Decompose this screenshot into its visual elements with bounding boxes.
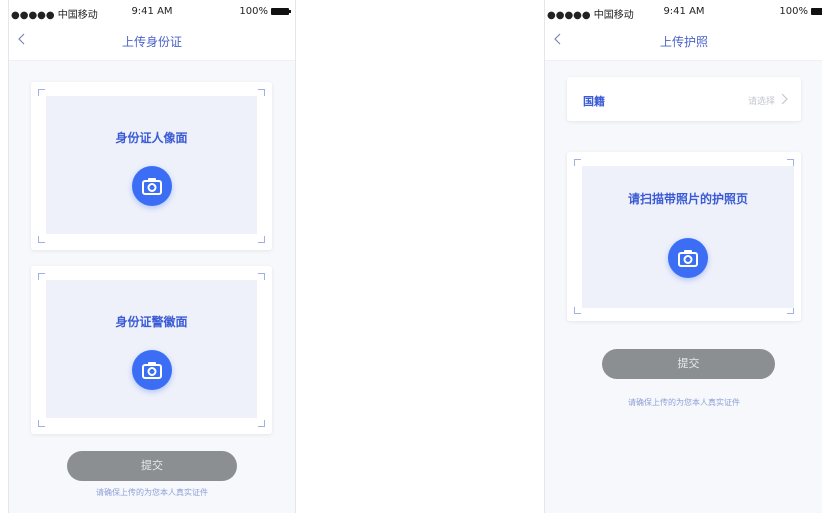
hint-text: 请确保上传的为您本人真实证件 — [96, 488, 208, 497]
id-front-label: 身份证人像面 — [115, 131, 188, 145]
frame-corner — [38, 420, 45, 427]
submit-button[interactable]: 提交 — [602, 349, 775, 379]
passport-upload-card[interactable]: 请扫描带照片的护照页 — [567, 152, 801, 321]
battery-percent: 100% — [779, 6, 808, 17]
frame-corner — [258, 89, 265, 96]
frame-corner — [38, 89, 45, 96]
battery-icon — [811, 8, 822, 15]
camera-button[interactable] — [132, 350, 172, 390]
scan-area: 请扫描带照片的护照页 — [582, 166, 794, 308]
status-bar: ●●●●● 中国移动 9:41 AM 100% — [9, 0, 295, 22]
frame-corner — [258, 273, 265, 280]
hint-text: 请确保上传的为您本人真实证件 — [628, 398, 740, 407]
frame-corner — [574, 159, 581, 166]
nationality-label: 国籍 — [583, 95, 605, 108]
battery-status: 100% — [779, 6, 822, 17]
id-card-upload-screen: ●●●●● 中国移动 9:41 AM 100% 上传身份证 身份证人像面 身份证… — [8, 0, 296, 513]
frame-corner — [787, 307, 794, 314]
camera-icon — [142, 362, 162, 379]
content-area: 身份证人像面 身份证警徽面 提交 请确保上传的为您本人真实证件 — [9, 61, 295, 513]
nationality-select[interactable]: 国籍 请选择 — [567, 77, 801, 121]
frame-corner — [38, 273, 45, 280]
nav-bar: 上传身份证 — [9, 22, 295, 61]
scan-area: 身份证警徽面 — [46, 280, 257, 418]
status-bar: ●●●●● 中国移动 9:41 AM 100% — [545, 0, 822, 22]
frame-corner — [787, 159, 794, 166]
frame-corner — [258, 420, 265, 427]
camera-icon — [142, 178, 162, 195]
camera-button[interactable] — [132, 166, 172, 206]
camera-icon — [678, 250, 698, 267]
page-title: 上传身份证 — [121, 35, 182, 49]
frame-corner — [574, 307, 581, 314]
battery-icon — [271, 8, 291, 15]
nav-bar: 上传护照 — [545, 22, 822, 61]
content-area: 国籍 请选择 请扫描带照片的护照页 提交 请确保上传的为您本人真实证件 — [545, 61, 822, 513]
battery-percent: 100% — [239, 6, 268, 17]
id-front-upload-card[interactable]: 身份证人像面 — [31, 82, 272, 250]
frame-corner — [38, 236, 45, 243]
scan-area: 身份证人像面 — [46, 96, 257, 234]
camera-button[interactable] — [668, 238, 708, 278]
passport-upload-screen: ●●●●● 中国移动 9:41 AM 100% 上传护照 国籍 请选择 请扫描带… — [544, 0, 822, 513]
id-back-label: 身份证警徽面 — [115, 315, 188, 329]
passport-scan-label: 请扫描带照片的护照页 — [627, 192, 748, 206]
page-title: 上传护照 — [659, 35, 708, 49]
nationality-placeholder: 请选择 — [747, 97, 775, 107]
submit-button[interactable]: 提交 — [67, 451, 237, 481]
battery-status: 100% — [239, 6, 291, 17]
frame-corner — [258, 236, 265, 243]
id-back-upload-card[interactable]: 身份证警徽面 — [31, 266, 272, 434]
chevron-right-icon — [781, 93, 788, 105]
